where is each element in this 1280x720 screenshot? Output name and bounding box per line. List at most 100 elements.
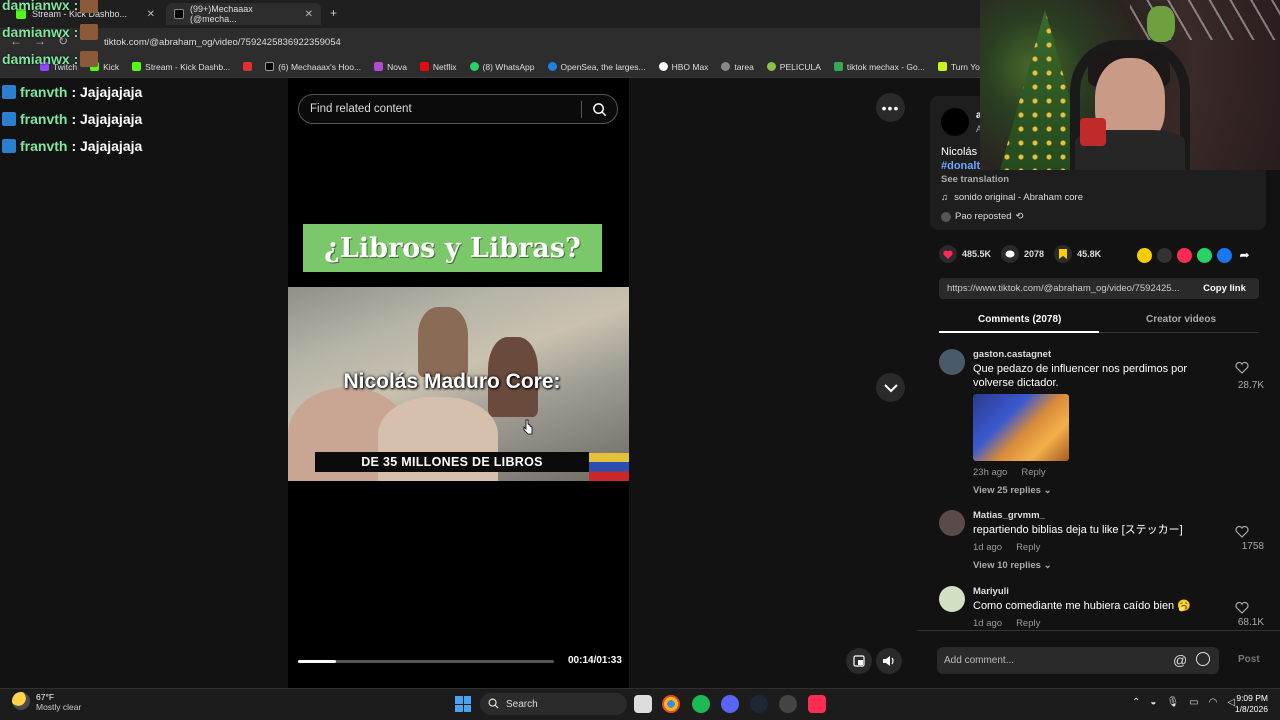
tiktok-live-icon[interactable] <box>808 695 826 713</box>
whatsapp-icon[interactable] <box>1197 248 1212 263</box>
reply-button[interactable]: Reply <box>1016 618 1040 629</box>
chat-user: franvth <box>20 110 68 127</box>
wifi-icon[interactable]: ◠ <box>1209 697 1218 708</box>
comment-like-count: 1758 <box>1241 541 1264 552</box>
chat-line: franvth: Jajajajaja <box>2 78 142 105</box>
search-input[interactable]: Find related content <box>298 94 618 124</box>
reply-button[interactable]: Reply <box>1016 542 1040 553</box>
pip-button[interactable] <box>846 648 872 674</box>
search-icon[interactable] <box>592 102 607 117</box>
heart-icon <box>939 245 957 263</box>
chat-row: damianwx : <box>2 51 99 67</box>
network-icon[interactable]: ◒ <box>1150 697 1156 708</box>
bookmark-item[interactable]: (8) WhatsApp <box>469 62 535 72</box>
bookmark-item[interactable]: PELICULA <box>766 62 821 72</box>
tab-tiktok[interactable]: (99+)Mechaaax (@mecha... ✕ <box>166 3 321 25</box>
obs-icon[interactable] <box>779 695 797 713</box>
bookmark-item[interactable]: tiktok mechax - Go... <box>833 61 925 72</box>
video-progress-bar[interactable] <box>298 660 554 663</box>
hbo-icon <box>658 62 668 71</box>
tab-comments[interactable]: Comments (2078) <box>978 314 1061 325</box>
bookmark-item[interactable]: Netflix <box>419 62 457 72</box>
weather-icon <box>12 692 30 710</box>
discord-icon[interactable] <box>721 695 739 713</box>
tab-creator-videos[interactable]: Creator videos <box>1146 314 1216 325</box>
chat-overlay-top: damianwx : damianwx : damianwx : <box>0 0 130 78</box>
netflix-icon <box>419 62 429 71</box>
screen: Stream - Kick Dashbo... ✕ (99+)Mechaaax … <box>0 0 1280 720</box>
heart-outline-icon[interactable] <box>1232 526 1252 538</box>
bookmark-item[interactable]: tarea <box>721 62 754 72</box>
steam-icon[interactable] <box>750 695 768 713</box>
comment-button[interactable]: 2078 <box>1001 245 1044 263</box>
emoji-icon[interactable] <box>1196 652 1210 666</box>
view-replies-label: View 10 replies <box>973 560 1041 571</box>
copy-link-button[interactable]: Copy link <box>1190 278 1259 299</box>
hand-cursor-icon <box>523 419 533 435</box>
mention-icon[interactable]: @ <box>1173 652 1187 668</box>
globe-icon <box>721 62 731 71</box>
avatar[interactable] <box>939 586 965 612</box>
video-subtitle: DE 35 MILLONES DE LIBROS <box>315 452 589 472</box>
volume-button[interactable] <box>876 648 902 674</box>
comment-text: Como comediante me hubiera caído bien 🥱 <box>973 600 1191 612</box>
view-replies-button[interactable]: View 10 replies ⌄ <box>973 560 1052 571</box>
reply-button[interactable]: Reply <box>1021 467 1045 478</box>
avatar[interactable] <box>939 510 965 536</box>
spotify-icon[interactable] <box>692 695 710 713</box>
url-field[interactable]: tiktok.com/@abraham_og/video/75924258369… <box>104 37 341 48</box>
next-video-button[interactable] <box>876 373 905 402</box>
weather-widget[interactable]: 67°F Mostly clear <box>12 692 81 712</box>
windows-start-icon[interactable] <box>455 696 471 712</box>
repost-share-icon[interactable] <box>1137 248 1152 263</box>
taskbar-clock[interactable]: 9:09 PM 1/8/2026 <box>1228 693 1268 715</box>
chrome-icon[interactable] <box>662 695 680 713</box>
send-icon[interactable] <box>1177 248 1192 263</box>
chat-line: franvth: Jajajajaja <box>2 105 142 132</box>
comment-item: gaston.castagnet Que pedazo de influence… <box>939 349 1264 499</box>
comment-count: 2078 <box>1024 249 1045 259</box>
close-icon[interactable]: ✕ <box>305 9 313 20</box>
bookmark-label: tiktok mechax - Go... <box>846 61 925 72</box>
view-replies-button[interactable]: View 25 replies ⌄ <box>973 485 1052 496</box>
close-icon[interactable]: ✕ <box>147 9 155 20</box>
like-button[interactable]: 485.5K <box>939 245 991 263</box>
clock-time: 9:09 PM <box>1236 693 1268 703</box>
repost-info: Pao reposted ⟲ <box>941 211 1023 222</box>
display-icon[interactable]: ▭ <box>1189 697 1198 708</box>
comment-username[interactable]: gaston.castagnet <box>973 349 1051 360</box>
bookmark-item[interactable]: (6) Mechaaax's Hoo... <box>265 62 361 72</box>
taskbar-search[interactable]: Search <box>480 693 627 715</box>
avatar[interactable] <box>941 108 969 136</box>
new-tab-icon[interactable]: + <box>330 6 337 20</box>
bookmark-item[interactable] <box>243 62 253 71</box>
file-explorer-icon[interactable] <box>634 695 652 713</box>
bookmark-item[interactable]: Stream - Kick Dashb... <box>132 62 230 72</box>
share-arrow-icon[interactable]: ➦ <box>1237 248 1252 263</box>
facebook-icon[interactable] <box>1217 248 1232 263</box>
comment-username[interactable]: Matias_grvmm_ <box>973 510 1045 521</box>
post-comment-button[interactable]: Post <box>1238 654 1260 665</box>
save-button[interactable]: 45.8K <box>1054 245 1101 263</box>
opensea-icon <box>547 62 557 71</box>
emote-icon <box>80 0 99 13</box>
comment-icon <box>1001 245 1020 263</box>
comment-username[interactable]: Mariyuli <box>973 586 1009 597</box>
avatar[interactable] <box>939 349 965 375</box>
bookmark-item[interactable]: HBO Max <box>658 62 708 72</box>
heart-outline-icon[interactable] <box>1232 362 1252 374</box>
comment-sticker-image[interactable] <box>973 394 1069 461</box>
see-translation-link[interactable]: See translation <box>941 174 1009 185</box>
badge-icon <box>2 84 16 99</box>
mic-icon[interactable]: 🎙︎ <box>1166 697 1179 708</box>
more-options-button[interactable]: ••• <box>876 93 905 122</box>
embed-icon[interactable] <box>1157 248 1172 263</box>
temperature: 67°F <box>36 692 55 702</box>
heart-outline-icon[interactable] <box>1232 602 1252 614</box>
chat-user: damianwx : <box>2 24 79 40</box>
chevron-up-icon[interactable]: ⌃ <box>1132 697 1140 708</box>
comment-text: repartiendo biblias deja tu like [ステッカー] <box>973 524 1183 536</box>
sound-link[interactable]: ♫ sonido original - Abraham core <box>941 192 1083 203</box>
bookmark-item[interactable]: OpenSea, the larges... <box>547 62 646 72</box>
bookmark-item[interactable]: Nova <box>374 62 407 72</box>
